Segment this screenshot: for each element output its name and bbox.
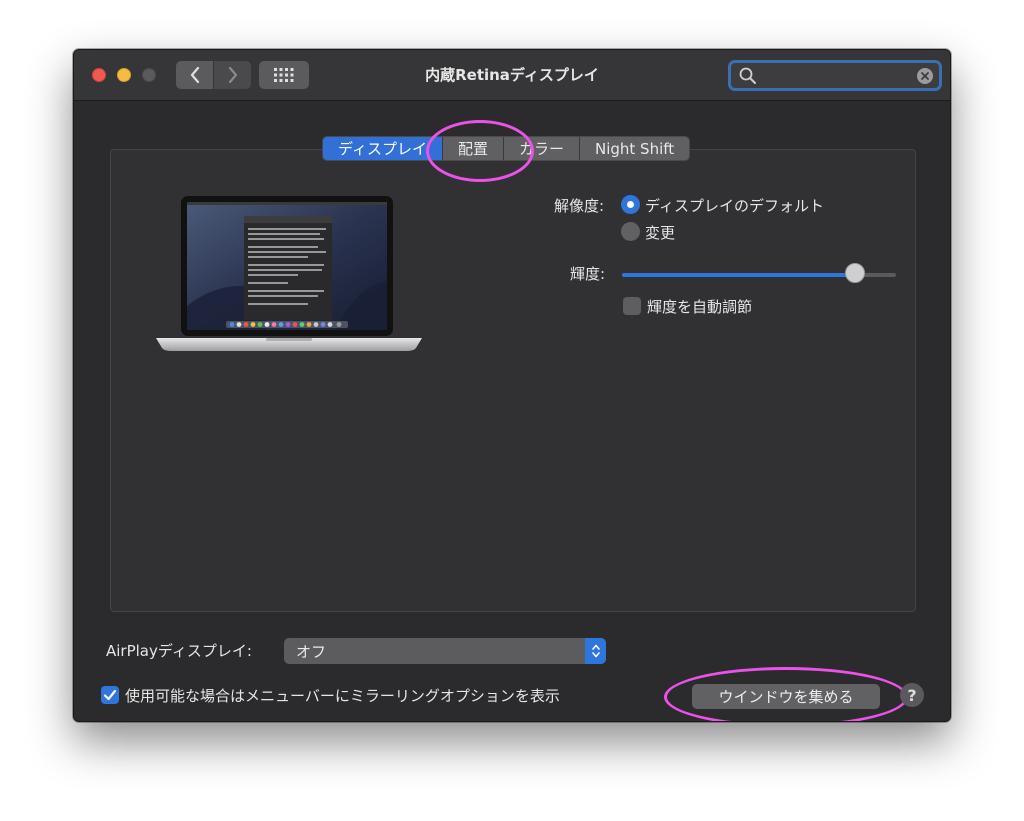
- updown-arrows-icon: [585, 638, 606, 664]
- brightness-slider-knob[interactable]: [844, 263, 865, 283]
- airplay-label: AirPlayディスプレイ:: [106, 642, 252, 660]
- checkmark-icon: [103, 689, 117, 701]
- highlight-ring-tab: [426, 120, 534, 182]
- resolution-default-label[interactable]: ディスプレイのデフォルト: [645, 195, 824, 216]
- brightness-slider-fill: [622, 273, 855, 277]
- search-icon: [739, 67, 756, 84]
- resolution-scaled-label[interactable]: 変更: [645, 222, 675, 243]
- tab-night-shift[interactable]: Night Shift: [579, 137, 690, 160]
- preferences-window: 内蔵Retinaディスプレイ ディスプレイ 配置 カラー Night Shift: [73, 49, 951, 722]
- macbook-illustration: [156, 196, 422, 351]
- auto-brightness-checkbox[interactable]: [623, 297, 641, 315]
- resolution-scaled-radio[interactable]: [621, 222, 640, 241]
- airplay-select-value: オフ: [296, 643, 327, 661]
- clear-search-button[interactable]: [917, 68, 933, 84]
- clear-icon: [921, 72, 929, 80]
- airplay-select[interactable]: オフ: [284, 638, 606, 664]
- title-bar: 内蔵Retinaディスプレイ: [74, 50, 950, 101]
- resolution-default-radio[interactable]: [621, 195, 640, 214]
- highlight-ring-gather: [664, 667, 908, 721]
- search-input[interactable]: [763, 65, 913, 87]
- help-button[interactable]: ?: [900, 683, 924, 707]
- brightness-label: 輝度:: [570, 265, 606, 283]
- search-field[interactable]: [728, 60, 942, 91]
- mirroring-label[interactable]: 使用可能な場合はメニューバーにミラーリングオプションを表示: [125, 685, 560, 706]
- resolution-label: 解像度:: [554, 197, 605, 215]
- auto-brightness-label[interactable]: 輝度を自動調節: [647, 296, 752, 317]
- tab-display[interactable]: ディスプレイ: [323, 137, 443, 160]
- mirroring-checkbox[interactable]: [101, 686, 119, 704]
